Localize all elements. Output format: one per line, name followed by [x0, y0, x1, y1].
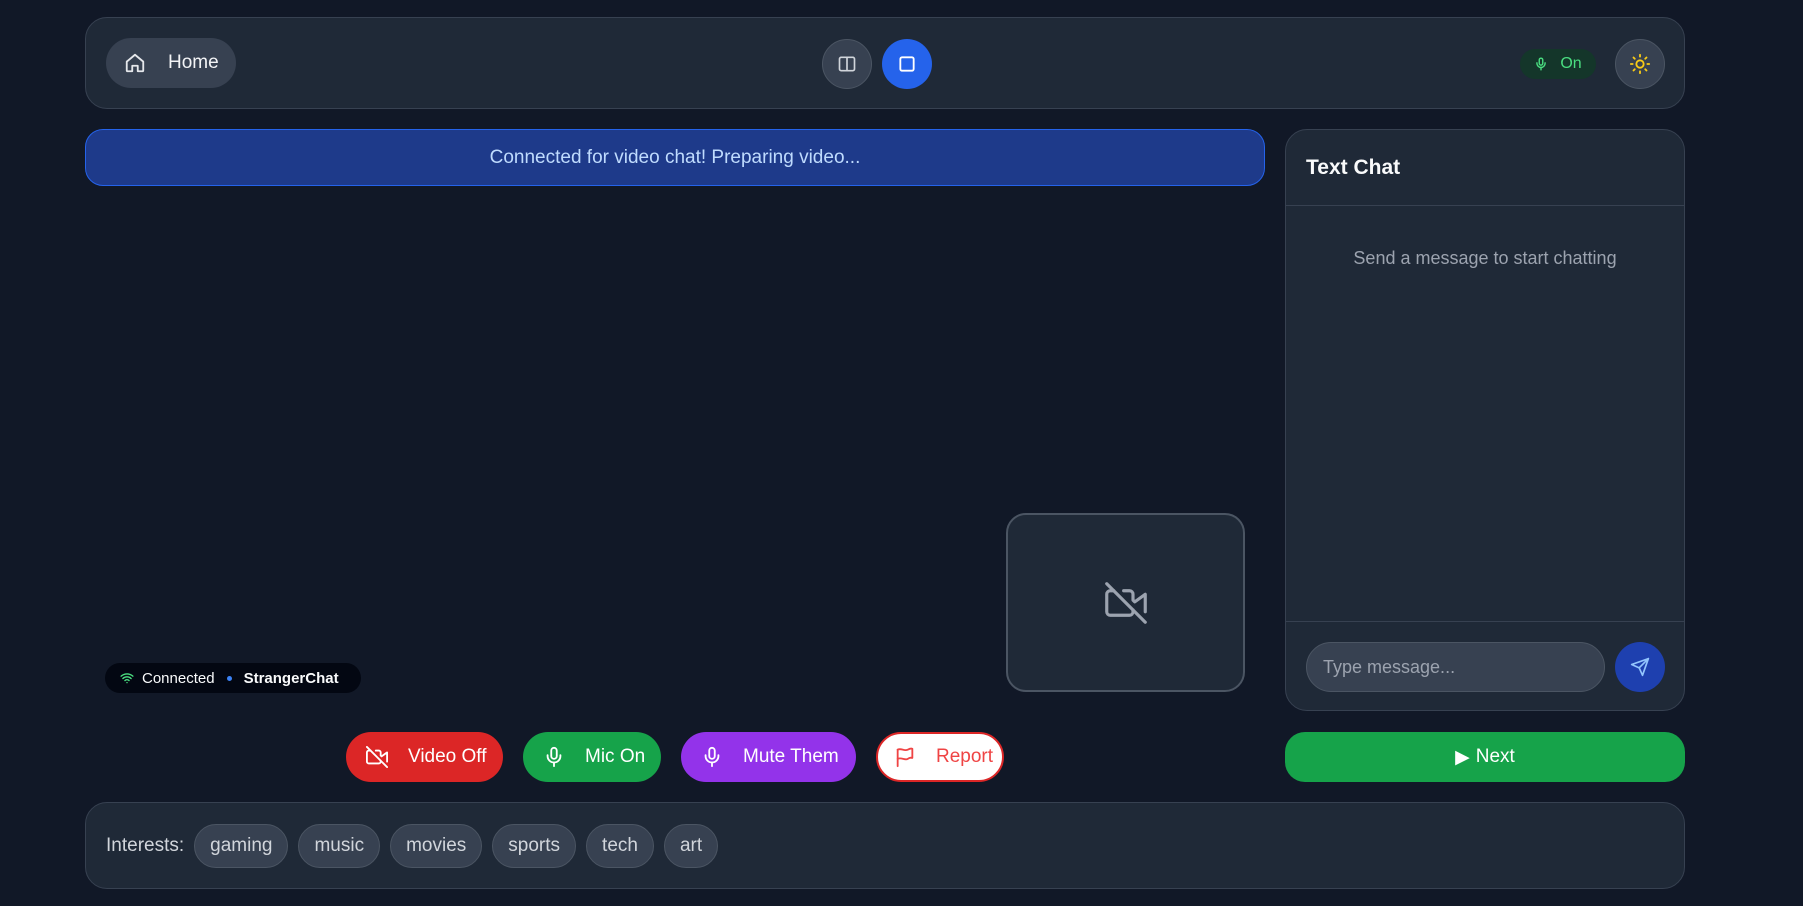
self-video-preview [1006, 513, 1245, 692]
status-banner: Connected for video chat! Preparing vide… [85, 129, 1265, 186]
separator-dot [226, 675, 232, 681]
mic-on-label: Mic On [585, 746, 646, 767]
home-button[interactable]: Home [106, 38, 236, 88]
top-bar: Home On [85, 17, 1685, 109]
mic-status-label: On [1560, 55, 1582, 72]
theme-toggle-button[interactable] [1615, 39, 1665, 89]
interest-tag[interactable]: movies [390, 823, 483, 868]
interest-tag[interactable]: art [663, 823, 719, 868]
single-view-icon [899, 56, 915, 72]
text-chat-panel: Text Chat Send a message to start chatti… [1285, 129, 1685, 711]
split-view-icon [838, 56, 856, 72]
flag-icon [896, 747, 914, 768]
mic-status-badge: On [1520, 49, 1596, 79]
chat-empty-message: Send a message to start chatting [1353, 248, 1617, 268]
send-button[interactable] [1615, 642, 1665, 692]
next-button[interactable]: ▶ Next [1285, 732, 1685, 782]
video-off-label: Video Off [408, 746, 487, 767]
sun-icon [1629, 53, 1651, 75]
wifi-icon [120, 673, 134, 684]
play-icon: ▶ [1455, 746, 1470, 768]
brand-name: StrangerChat [243, 669, 339, 687]
next-label: Next [1475, 746, 1515, 767]
home-label: Home [168, 52, 219, 73]
chat-title: Text Chat [1286, 130, 1684, 206]
interests-bar: Interests: gaming music movies sports te… [85, 802, 1685, 889]
split-view-button[interactable] [822, 39, 872, 89]
video-off-icon [1104, 581, 1147, 624]
interests-label: Interests: [106, 834, 185, 856]
interest-tag[interactable]: gaming [194, 823, 289, 868]
mute-them-label: Mute Them [743, 746, 839, 767]
home-icon [125, 53, 145, 73]
interest-tag[interactable]: music [298, 823, 381, 868]
interest-tag[interactable]: tech [586, 823, 654, 868]
send-icon [1630, 657, 1650, 677]
report-label: Report [936, 746, 994, 767]
mic-icon [704, 746, 720, 768]
chat-footer [1286, 621, 1684, 710]
mic-icon [546, 746, 562, 768]
connection-status: Connected [142, 669, 215, 687]
interest-tag[interactable]: sports [492, 823, 577, 868]
video-off-icon [366, 746, 388, 768]
mic-icon [1536, 57, 1547, 71]
status-banner-text: Connected for video chat! Preparing vide… [489, 146, 861, 168]
connection-badge: Connected StrangerChat [105, 663, 361, 693]
report-button[interactable]: Report [876, 732, 1004, 782]
mic-on-button[interactable]: Mic On [523, 732, 661, 782]
single-view-button[interactable] [882, 39, 932, 89]
video-off-button[interactable]: Video Off [346, 732, 503, 782]
chat-message-input[interactable] [1306, 642, 1605, 692]
mute-them-button[interactable]: Mute Them [681, 732, 856, 782]
